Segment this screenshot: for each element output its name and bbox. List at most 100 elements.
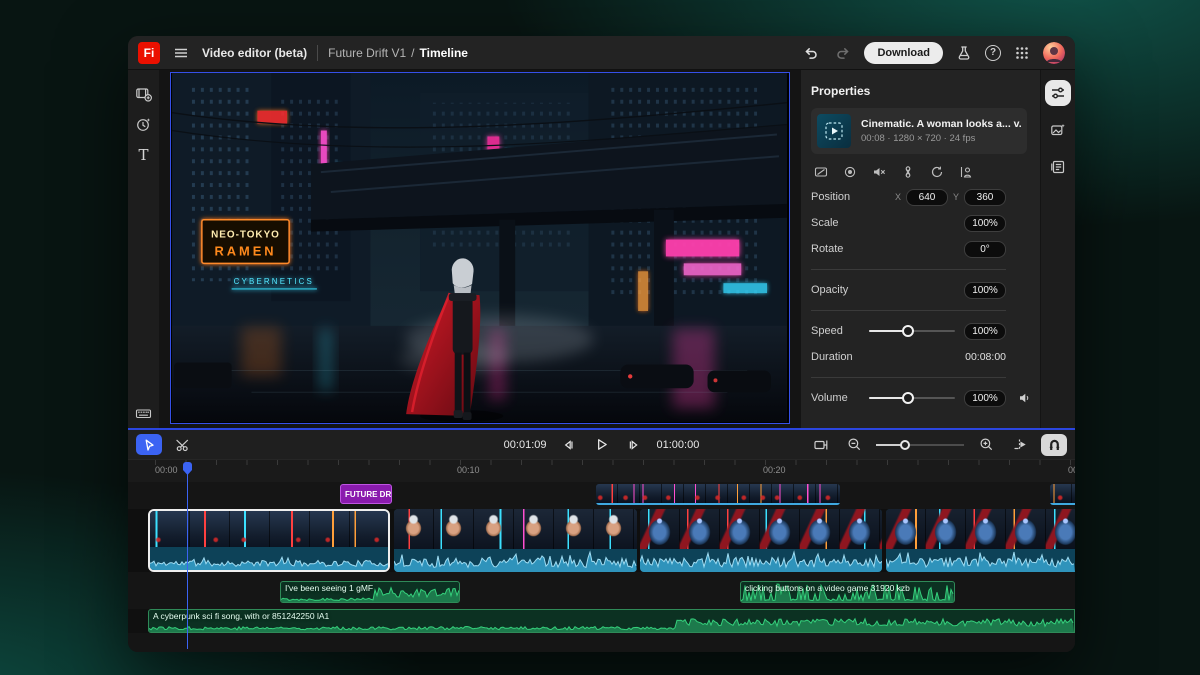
generation-history-icon[interactable] <box>135 115 153 133</box>
add-media-icon[interactable] <box>135 84 153 102</box>
ramen-sign: NEO-TOKYO RAMEN <box>202 220 289 264</box>
split-at-playhead-icon[interactable] <box>1008 434 1030 456</box>
duration-row: Duration 00:08:00 <box>811 344 1006 370</box>
mask-icon[interactable] <box>842 164 858 180</box>
position-x-field[interactable]: 640 <box>906 189 948 206</box>
speed-field[interactable]: 100% <box>964 323 1006 340</box>
fit-timeline-icon[interactable] <box>810 434 832 456</box>
properties-heading: Properties <box>811 84 1040 98</box>
video-clip-1-selected[interactable] <box>148 509 390 572</box>
video-preview[interactable]: NEO-TOKYO RAMEN CYBERNETICS <box>170 72 790 424</box>
timeline-section: 00:01:09 01:00:00 <box>128 428 1075 652</box>
speed-slider[interactable] <box>869 325 955 337</box>
opacity-field[interactable]: 100% <box>964 282 1006 299</box>
timeline-zoom-slider[interactable] <box>876 439 964 451</box>
video-clip-4[interactable] <box>886 509 1075 572</box>
subject-lock-icon[interactable] <box>958 164 974 180</box>
apps-grid-icon[interactable] <box>1011 42 1033 64</box>
music-clip-label: A cyberpunk sci fi song, with or 8512422… <box>153 611 329 621</box>
top-bar: Fi Video editor (beta) Future Drift V1 /… <box>128 36 1075 70</box>
ruler-label: 00:20 <box>763 465 786 475</box>
duration-label: Duration <box>811 351 853 363</box>
total-duration: 01:00:00 <box>657 439 700 451</box>
breadcrumb-separator: / <box>411 46 414 60</box>
position-label: Position <box>811 191 850 203</box>
scale-field[interactable]: 100% <box>964 215 1006 232</box>
avatar[interactable] <box>1043 42 1065 64</box>
speed-row: Speed 100% <box>811 318 1006 344</box>
clip-tool-row <box>813 164 1038 180</box>
position-y-field[interactable]: 360 <box>964 189 1006 206</box>
snap-magnet-button[interactable] <box>1041 434 1067 456</box>
video-clip-3[interactable] <box>640 509 882 572</box>
divider <box>811 377 1006 378</box>
opacity-label: Opacity <box>811 284 848 296</box>
ruler-label: 00:30 <box>1068 465 1075 475</box>
audio-mute-icon[interactable] <box>871 164 887 180</box>
volume-slider[interactable] <box>869 392 955 404</box>
clip-title: Cinematic. A woman looks a... v.ffgenvid <box>861 118 1021 130</box>
speed-label: Speed <box>811 325 843 337</box>
redo-icon[interactable] <box>832 42 854 64</box>
download-button[interactable]: Download <box>864 42 943 64</box>
rotate-label: Rotate <box>811 243 843 255</box>
fit-frame-icon[interactable] <box>813 164 829 180</box>
speaker-icon[interactable] <box>1018 391 1032 405</box>
breadcrumb: Future Drift V1 / Timeline <box>328 46 468 60</box>
sfx-clip-2[interactable]: clicking buttons on a video game 31920 k… <box>740 581 955 603</box>
overlay-video-clip[interactable] <box>596 484 840 505</box>
select-tool-button[interactable] <box>136 434 162 455</box>
volume-field[interactable]: 100% <box>964 390 1006 407</box>
duration-value: 00:08:00 <box>965 351 1006 363</box>
sfx-clip-1-label: I've been seeing 1 gMF <box>285 583 373 593</box>
preview-area: NEO-TOKYO RAMEN CYBERNETICS <box>160 70 800 428</box>
beta-flask-icon[interactable] <box>953 42 975 64</box>
ruler-label: 00:00 <box>155 465 178 475</box>
position-row: Position X 640 Y 360 <box>811 184 1006 210</box>
divider <box>811 310 1006 311</box>
left-toolbar: T <box>128 70 160 428</box>
zoom-out-icon[interactable] <box>843 434 865 456</box>
sfx-clip-1[interactable]: I've been seeing 1 gMF <box>280 581 460 603</box>
firefly-logo[interactable]: Fi <box>138 42 160 64</box>
volume-label: Volume <box>811 392 848 404</box>
divider <box>317 45 318 61</box>
properties-tab-icon[interactable] <box>1045 80 1071 106</box>
step-back-icon[interactable] <box>558 434 580 456</box>
divider <box>811 269 1006 270</box>
help-icon[interactable]: ? <box>985 45 1001 61</box>
properties-panel: Properties Cinematic. A woman looks a...… <box>800 70 1040 428</box>
split-tool-icon[interactable] <box>172 434 194 456</box>
rotate-field[interactable]: 0° <box>964 241 1006 258</box>
music-clip[interactable]: A cyberpunk sci fi song, with or 8512422… <box>148 609 1075 633</box>
app-title: Video editor (beta) <box>202 46 307 60</box>
play-icon[interactable] <box>591 434 613 456</box>
volume-row: Volume 100% <box>811 385 1006 411</box>
video-clip-2[interactable] <box>394 509 637 572</box>
timeline-tracks: FUTURE DRI <box>128 482 1075 652</box>
step-forward-icon[interactable] <box>624 434 646 456</box>
sfx-clip-2-label: clicking buttons on a video game 31920 k… <box>745 583 910 593</box>
clip-meta: 00:08 · 1280 × 720 · 24 fps <box>861 133 1021 144</box>
overlay-video-clip-partial[interactable] <box>1050 484 1075 505</box>
hamburger-menu-icon[interactable] <box>170 42 192 64</box>
svg-text:RAMEN: RAMEN <box>214 243 276 258</box>
y-label: Y <box>953 192 959 202</box>
retime-icon[interactable] <box>900 164 916 180</box>
current-timecode: 00:01:09 <box>504 439 547 451</box>
title-clip[interactable]: FUTURE DRI <box>340 484 392 504</box>
scale-row: Scale 100% <box>811 210 1006 236</box>
timeline-ruler[interactable]: 00:00 00:10 00:20 00:30 <box>128 460 1075 482</box>
rotate-row: Rotate 0° <box>811 236 1006 262</box>
keyboard-shortcuts-icon[interactable] <box>135 404 153 422</box>
generate-image-icon[interactable] <box>1045 117 1071 143</box>
text-tool-icon[interactable]: T <box>135 146 153 164</box>
notes-panel-icon[interactable] <box>1045 154 1071 180</box>
zoom-in-icon[interactable] <box>975 434 997 456</box>
reset-icon[interactable] <box>929 164 945 180</box>
svg-text:NEO-TOKYO: NEO-TOKYO <box>211 230 280 241</box>
undo-icon[interactable] <box>800 42 822 64</box>
svg-text:CYBERNETICS: CYBERNETICS <box>234 277 314 286</box>
breadcrumb-project[interactable]: Future Drift V1 <box>328 46 406 60</box>
selected-clip-card[interactable]: Cinematic. A woman looks a... v.ffgenvid… <box>811 108 1027 154</box>
